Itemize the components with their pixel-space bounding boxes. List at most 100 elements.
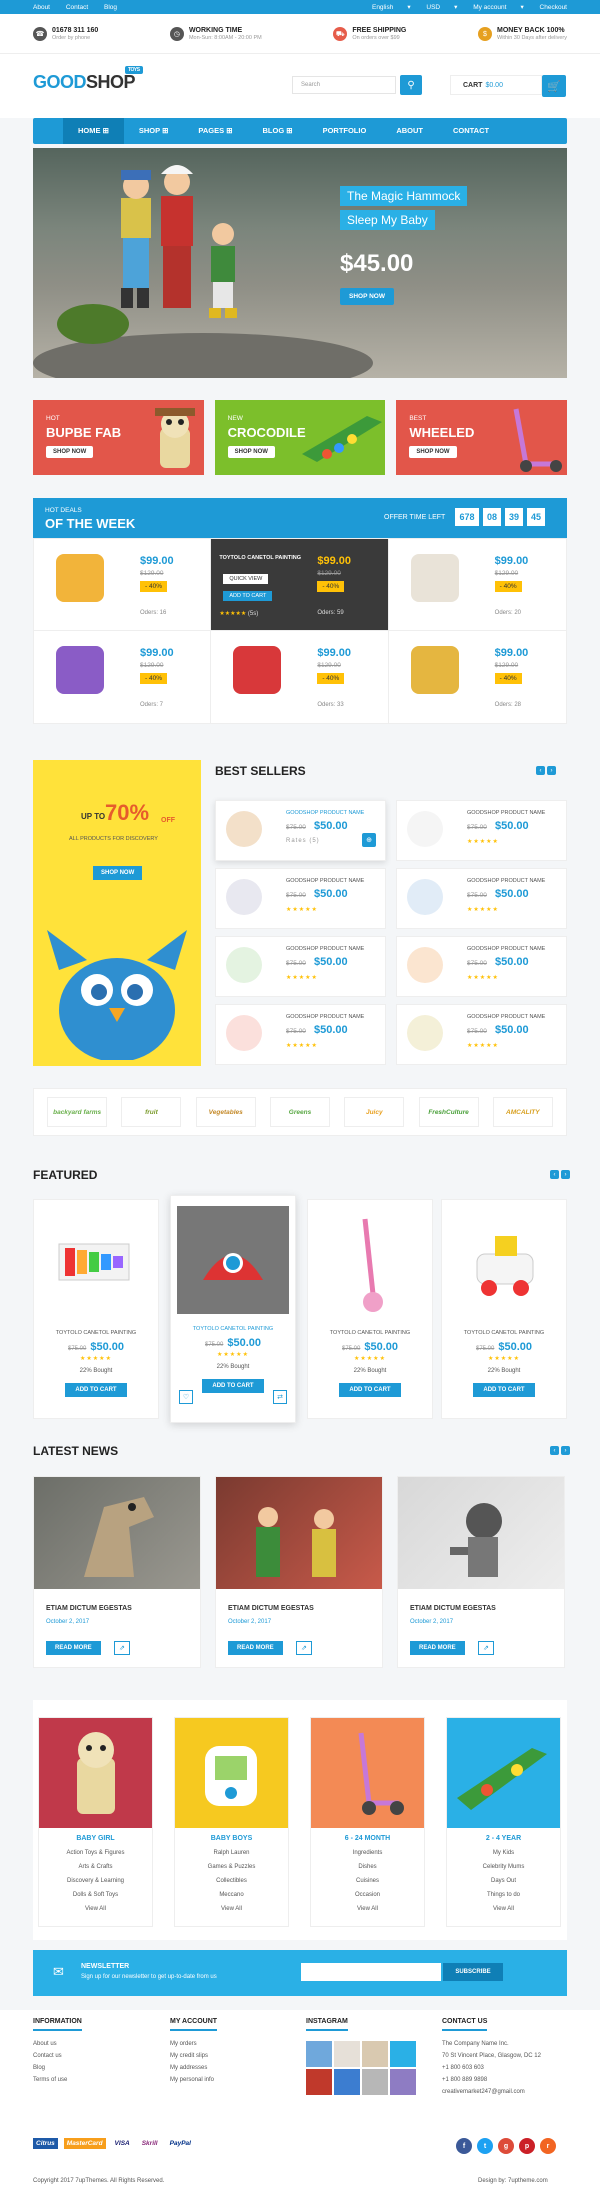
featured-title: FEATURED bbox=[33, 1168, 98, 1182]
featured-card[interactable]: TOYTOLO CANETOL PAINTING $75.00 $50.00 ★★… bbox=[33, 1199, 159, 1419]
topbar-link-blog[interactable]: Blog bbox=[104, 4, 117, 11]
category-card[interactable]: 2 - 4 YEAR My Kids Celebrity Mums Days Out… bbox=[446, 1717, 561, 1927]
brand-logo[interactable]: Greens bbox=[269, 1097, 330, 1127]
deal-card[interactable]: $99.00 $129.00- 40% Oders: 33 bbox=[211, 631, 389, 723]
instagram-photo[interactable] bbox=[334, 2041, 360, 2067]
topbar-link-contact[interactable]: Contact bbox=[66, 4, 88, 11]
banner-shop-button[interactable]: SHOP NOW bbox=[46, 446, 94, 458]
language-select[interactable]: English bbox=[372, 4, 393, 11]
featured-card[interactable]: TOYTOLO CANETOL PAINTING $75.00 $50.00 ★★… bbox=[307, 1199, 433, 1419]
category-card[interactable]: BABY BOYS Ralph Lauren Games & Puzzles Col… bbox=[174, 1717, 289, 1927]
search-button[interactable]: ⚲ bbox=[400, 75, 422, 95]
nav-blog[interactable]: BLOG ⊞ bbox=[248, 118, 308, 144]
best-seller-card[interactable]: GOODSHOP PRODUCT NAME $75.00 $50.00 ★★★★★ bbox=[215, 868, 386, 929]
best-seller-card[interactable]: GOODSHOP PRODUCT NAME $75.00 $50.00 ★★★★★ bbox=[215, 936, 386, 997]
quick-view-button[interactable]: QUICK VIEW bbox=[223, 574, 269, 584]
instagram-photo[interactable] bbox=[390, 2041, 416, 2067]
rss-icon[interactable]: r bbox=[540, 2138, 556, 2154]
best-seller-card[interactable]: GOODSHOP PRODUCT NAME $75.00 $50.00 ★★★★★ bbox=[396, 868, 567, 929]
pinterest-icon[interactable]: p bbox=[519, 2138, 535, 2154]
google-plus-icon[interactable]: g bbox=[498, 2138, 514, 2154]
brand-logo[interactable]: FreshCulture bbox=[418, 1097, 479, 1127]
brand-logo[interactable]: AMCALITY bbox=[492, 1097, 553, 1127]
product-image bbox=[407, 811, 443, 847]
best-seller-card[interactable]: GOODSHOP PRODUCT NAME $75.00 $50.00 ★★★★★ bbox=[396, 1004, 567, 1065]
deal-card[interactable]: $99.00 $129.00- 40% Oders: 28 bbox=[389, 631, 566, 723]
banner-shop-button[interactable]: SHOP NOW bbox=[409, 446, 457, 458]
instagram-photo[interactable] bbox=[306, 2041, 332, 2067]
promo-shop-now-button[interactable]: SHOP NOW bbox=[93, 866, 143, 880]
instagram-photo[interactable] bbox=[390, 2069, 416, 2095]
news-card[interactable]: ETIAM DICTUM EGESTAS October 2, 2017 READ… bbox=[215, 1476, 383, 1668]
instagram-photo[interactable] bbox=[362, 2041, 388, 2067]
next-arrow-icon[interactable]: › bbox=[561, 1170, 570, 1179]
brand-logo[interactable]: fruit bbox=[121, 1097, 182, 1127]
nav-contact[interactable]: CONTACT bbox=[438, 118, 504, 144]
nav-about[interactable]: ABOUT bbox=[381, 118, 438, 144]
featured-card[interactable]: TOYTOLO CANETOL PAINTING $75.00 $50.00 ★★… bbox=[441, 1199, 567, 1419]
instagram-photo[interactable] bbox=[334, 2069, 360, 2095]
brand-logo[interactable]: Juicy bbox=[344, 1097, 405, 1127]
share-icon[interactable]: ⇗ bbox=[114, 1641, 130, 1655]
subscribe-button[interactable]: SUBSCRIBE bbox=[443, 1963, 503, 1981]
brand-logo[interactable]: Vegetables bbox=[195, 1097, 256, 1127]
share-icon[interactable]: ⇗ bbox=[296, 1641, 312, 1655]
compare-icon[interactable]: ⇄ bbox=[273, 1390, 287, 1404]
featured-card-active[interactable]: TOYTOLO CANETOL PAINTING $75.00 $50.00 ★★… bbox=[170, 1195, 296, 1423]
cart-button[interactable]: 🛒 bbox=[542, 75, 566, 97]
checkout-link[interactable]: Checkout bbox=[540, 4, 567, 11]
share-icon[interactable]: ⇗ bbox=[478, 1641, 494, 1655]
read-more-button[interactable]: READ MORE bbox=[228, 1641, 283, 1655]
banner-wheeled[interactable]: BEST WHEELED SHOP NOW bbox=[396, 400, 568, 475]
news-card[interactable]: ETIAM DICTUM EGESTAS October 2, 2017 READ… bbox=[397, 1476, 565, 1668]
topbar-link-about[interactable]: About bbox=[33, 4, 50, 11]
facebook-icon[interactable]: f bbox=[456, 2138, 472, 2154]
best-seller-card[interactable]: GOODSHOP PRODUCT NAME $75.00 $50.00 Rates (… bbox=[215, 800, 386, 861]
add-to-cart-button[interactable]: ADD TO CART bbox=[65, 1383, 127, 1397]
hero-shop-now-button[interactable]: SHOP NOW bbox=[340, 288, 394, 305]
search-input[interactable]: Search bbox=[292, 76, 396, 94]
prev-arrow-icon[interactable]: ‹ bbox=[536, 766, 545, 775]
category-image bbox=[311, 1718, 424, 1828]
instagram-photo[interactable] bbox=[362, 2069, 388, 2095]
category-card[interactable]: 6 - 24 MONTH Ingredients Dishes Cuisines Oc… bbox=[310, 1717, 425, 1927]
add-to-cart-button[interactable]: ADD TO CART bbox=[202, 1379, 264, 1393]
category-card[interactable]: BABY GIRL Action Toys & Figures Arts & Cr… bbox=[38, 1717, 153, 1927]
best-seller-card[interactable]: GOODSHOP PRODUCT NAME $75.00 $50.00 ★★★★★ bbox=[396, 800, 567, 861]
deal-card[interactable]: $99.00 $129.00- 40% Oders: 7 bbox=[34, 631, 212, 723]
deal-card[interactable]: $99.00 $129.00- 40% Oders: 20 bbox=[388, 539, 566, 631]
add-to-cart-button[interactable]: ADD TO CART bbox=[339, 1383, 401, 1397]
prev-arrow-icon[interactable]: ‹ bbox=[550, 1170, 559, 1179]
nav-pages[interactable]: PAGES ⊞ bbox=[183, 118, 247, 144]
read-more-button[interactable]: READ MORE bbox=[46, 1641, 101, 1655]
prev-arrow-icon[interactable]: ‹ bbox=[550, 1446, 559, 1455]
cart-summary[interactable]: CART $0.00 bbox=[450, 75, 542, 95]
promo-banners: HOT BUPBE FAB SHOP NOW NEW CROCODILE SHOP NO… bbox=[0, 400, 600, 475]
best-seller-card[interactable]: GOODSHOP PRODUCT NAME $75.00 $50.00 ★★★★★ bbox=[215, 1004, 386, 1065]
currency-select[interactable]: USD bbox=[426, 4, 440, 11]
next-arrow-icon[interactable]: › bbox=[547, 766, 556, 775]
wishlist-heart-icon[interactable]: ♡ bbox=[179, 1390, 193, 1404]
design-credit[interactable]: Design by: 7uptheme.com bbox=[478, 2178, 548, 2184]
deal-card[interactable]: $99.00 $129.00- 40% Oders: 16 bbox=[34, 539, 212, 631]
banner-shop-button[interactable]: SHOP NOW bbox=[227, 446, 275, 458]
instagram-photo[interactable] bbox=[306, 2069, 332, 2095]
newsletter-email-input[interactable] bbox=[301, 1963, 441, 1981]
twitter-icon[interactable]: t bbox=[477, 2138, 493, 2154]
best-seller-card[interactable]: GOODSHOP PRODUCT NAME $75.00 $50.00 ★★★★★ bbox=[396, 936, 567, 997]
news-card[interactable]: ETIAM DICTUM EGESTAS October 2, 2017 READ… bbox=[33, 1476, 201, 1668]
add-to-cart-button[interactable]: ADD TO CART bbox=[473, 1383, 535, 1397]
nav-portfolio[interactable]: PORTFOLIO bbox=[308, 118, 382, 144]
deal-card-hover[interactable]: TOYTOLO CANETOL PAINTING QUICK VIEW ADD … bbox=[211, 539, 389, 631]
banner-crocodile[interactable]: NEW CROCODILE SHOP NOW bbox=[214, 400, 386, 475]
banner-bupbe[interactable]: HOT BUPBE FAB SHOP NOW bbox=[33, 400, 204, 475]
brand-logo[interactable]: backyard farms bbox=[47, 1097, 108, 1127]
nav-shop[interactable]: SHOP ⊞ bbox=[124, 118, 184, 144]
my-account-link[interactable]: My account bbox=[473, 4, 506, 11]
cart-add-icon[interactable]: ⊕ bbox=[362, 833, 376, 847]
read-more-button[interactable]: READ MORE bbox=[410, 1641, 465, 1655]
nav-home[interactable]: HOME ⊞ bbox=[63, 118, 124, 144]
next-arrow-icon[interactable]: › bbox=[561, 1446, 570, 1455]
add-to-cart-button[interactable]: ADD TO CART bbox=[223, 591, 273, 601]
logo[interactable]: GOODSHOP TOYS bbox=[33, 66, 143, 93]
